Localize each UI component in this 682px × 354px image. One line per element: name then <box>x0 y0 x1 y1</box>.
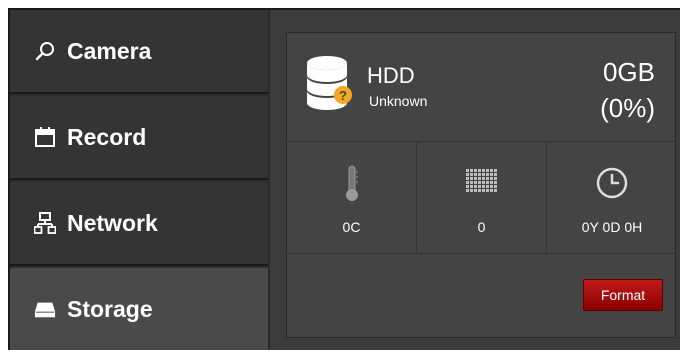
disk-name: HDD <box>367 63 415 88</box>
disk-usage-percent: (0%) <box>600 93 655 123</box>
thermometer-icon <box>287 163 416 203</box>
bad-sectors-value: 0 <box>477 219 486 235</box>
svg-text:?: ? <box>339 88 347 103</box>
disk-status: Unknown <box>369 93 428 109</box>
sidebar-item-network[interactable]: Network <box>10 182 268 266</box>
search-icon <box>34 40 56 62</box>
sidebar-item-record[interactable]: Record <box>10 96 268 180</box>
sidebar: Camera Record Network Storage <box>10 10 268 350</box>
uptime-value: 0Y 0D 0H <box>581 219 643 235</box>
database-warning-icon: ? <box>305 53 355 113</box>
sidebar-item-label: Storage <box>67 295 153 322</box>
format-button[interactable]: Format <box>583 279 663 311</box>
uptime-stat: 0Y 0D 0H <box>547 141 677 253</box>
storage-panel-area: ? HDD Unknown 0GB (0%) 0C 0 0Y 0D 0H For… <box>270 10 680 350</box>
disk-size: 0GB <box>602 57 655 87</box>
sidebar-item-label: Record <box>67 123 147 150</box>
disk-summary: ? HDD Unknown 0GB (0%) <box>287 33 675 142</box>
drive-icon <box>34 298 56 320</box>
sidebar-item-storage[interactable]: Storage <box>10 268 268 350</box>
app-window: Camera Record Network Storage ? HDD Unkn… <box>8 8 680 350</box>
storage-panel: ? HDD Unknown 0GB (0%) 0C 0 0Y 0D 0H For… <box>286 32 676 338</box>
bad-sectors-stat: 0 <box>417 141 547 253</box>
disk-stats: 0C 0 0Y 0D 0H <box>287 141 675 254</box>
temperature-value: 0C <box>342 219 361 235</box>
temperature-stat: 0C <box>287 141 417 253</box>
clock-icon <box>547 163 677 203</box>
calendar-icon <box>34 126 56 148</box>
network-icon <box>34 212 56 234</box>
sidebar-item-label: Camera <box>67 37 152 64</box>
sidebar-item-label: Network <box>67 209 158 236</box>
grid-icon <box>417 163 546 203</box>
sidebar-item-camera[interactable]: Camera <box>10 10 268 94</box>
